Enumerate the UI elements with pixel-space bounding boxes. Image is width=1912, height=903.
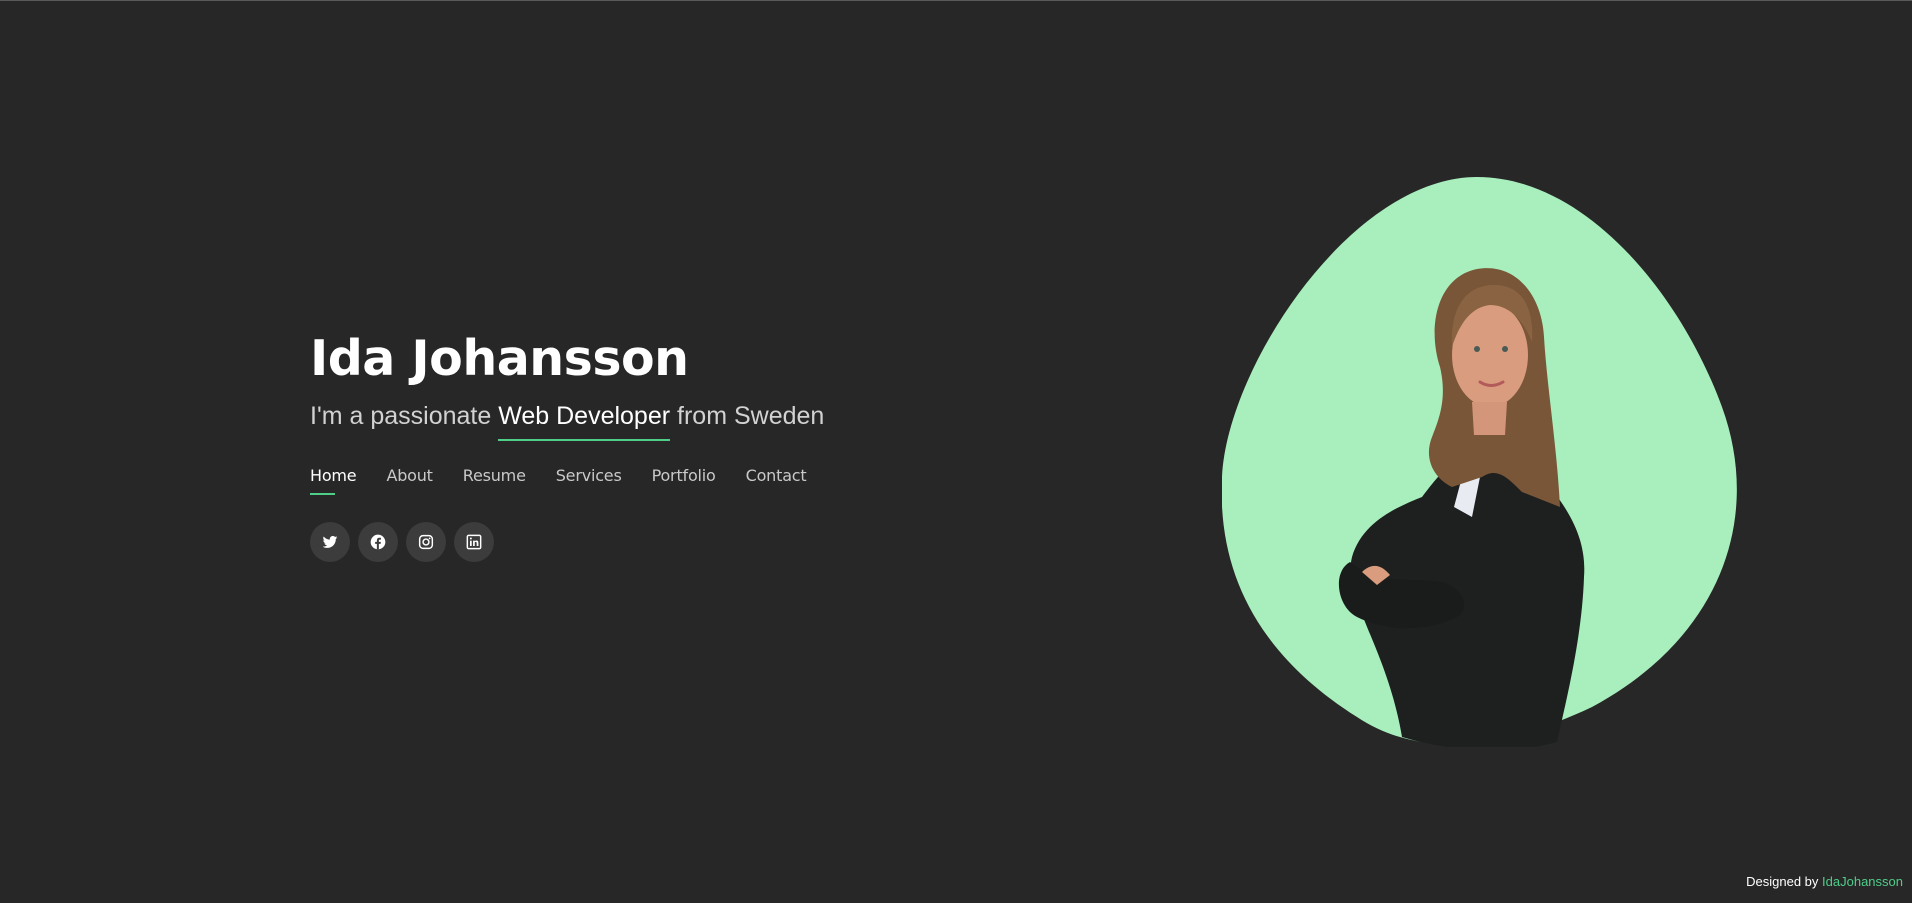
profile-portrait bbox=[1222, 177, 1742, 747]
social-links bbox=[310, 522, 930, 562]
credit-author-link[interactable]: IdaJohansson bbox=[1822, 874, 1903, 889]
tagline-prefix: I'm a passionate bbox=[310, 402, 492, 430]
nav-item-resume[interactable]: Resume bbox=[463, 464, 526, 488]
twitter-icon bbox=[322, 536, 338, 548]
tagline-suffix: from Sweden bbox=[677, 402, 825, 430]
footer-credit: Designed by IdaJohansson bbox=[1746, 874, 1903, 889]
credit-prefix: Designed by bbox=[1746, 874, 1819, 889]
nav-item-portfolio[interactable]: Portfolio bbox=[652, 464, 716, 488]
twitter-button[interactable] bbox=[310, 522, 350, 562]
linkedin-button[interactable] bbox=[454, 522, 494, 562]
nav-item-contact[interactable]: Contact bbox=[746, 464, 807, 488]
linkedin-icon bbox=[466, 534, 482, 550]
main-nav: Home About Resume Services Portfolio Con… bbox=[310, 464, 930, 495]
nav-item-home[interactable]: Home bbox=[310, 464, 357, 495]
tagline: I'm a passionate Web Developer from Swed… bbox=[310, 399, 930, 441]
facebook-button[interactable] bbox=[358, 522, 398, 562]
portrait-illustration bbox=[1222, 177, 1737, 747]
nav-item-services[interactable]: Services bbox=[556, 464, 622, 488]
facebook-icon bbox=[370, 534, 386, 550]
instagram-button[interactable] bbox=[406, 522, 446, 562]
nav-item-about[interactable]: About bbox=[386, 464, 433, 488]
instagram-icon bbox=[418, 534, 434, 550]
page-title: Ida Johansson bbox=[310, 330, 689, 387]
tagline-role: Web Developer bbox=[498, 399, 670, 441]
hero-section: Ida Johansson I'm a passionate Web Devel… bbox=[310, 329, 930, 562]
